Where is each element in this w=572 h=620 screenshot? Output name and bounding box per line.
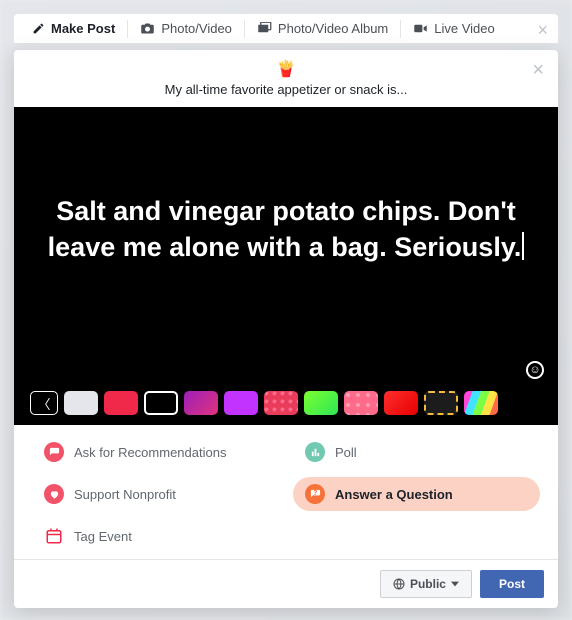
tab-label: Photo/Video Album (278, 21, 388, 36)
composer-modal: 🍟 My all-time favorite appetizer or snac… (14, 50, 558, 608)
swatch-0[interactable] (64, 391, 98, 415)
fries-icon: 🍟 (54, 62, 518, 78)
swatch-5[interactable] (264, 391, 298, 415)
swatch-4[interactable] (224, 391, 258, 415)
tab-make-post[interactable]: Make Post (20, 14, 127, 44)
tab-album[interactable]: Photo/Video Album (245, 14, 400, 44)
tab-label: Make Post (51, 21, 115, 36)
tabs-close-icon[interactable]: × (537, 20, 548, 41)
album-icon (257, 22, 272, 35)
swatch-9[interactable] (424, 391, 458, 415)
option-tag-event[interactable]: Tag Event (32, 519, 279, 553)
canvas-text-area[interactable]: Salt and vinegar potato chips. Don't lea… (14, 107, 558, 391)
composer-footer: Public Post (14, 559, 558, 608)
poll-icon (305, 442, 325, 462)
chevron-down-icon (451, 580, 459, 588)
swatch-1[interactable] (104, 391, 138, 415)
text-canvas[interactable]: Salt and vinegar potato chips. Don't lea… (14, 107, 558, 425)
tab-label: Photo/Video (161, 21, 232, 36)
camera-icon (140, 22, 155, 35)
chevron-left-icon[interactable]: 〈 (30, 391, 58, 415)
option-label: Support Nonprofit (74, 487, 176, 502)
option-label: Poll (335, 445, 357, 460)
prompt-text: My all-time favorite appetizer or snack … (54, 82, 518, 97)
post-button[interactable]: Post (480, 570, 544, 598)
calendar-icon (44, 526, 64, 546)
option-answer-question[interactable]: Answer a Question (293, 477, 540, 511)
tab-label: Live Video (434, 21, 494, 36)
option-nonprofit[interactable]: Support Nonprofit (32, 477, 279, 511)
option-label: Answer a Question (335, 487, 453, 502)
tab-live-video[interactable]: Live Video (401, 14, 506, 44)
tab-photo-video[interactable]: Photo/Video (128, 14, 244, 44)
swatch-7[interactable] (344, 391, 378, 415)
option-poll[interactable]: Poll (293, 435, 540, 469)
nonprofit-icon (44, 484, 64, 504)
globe-icon (393, 578, 405, 590)
emoji-picker-icon[interactable]: ☺ (526, 361, 544, 379)
post-body-text[interactable]: Salt and vinegar potato chips. Don't lea… (34, 193, 538, 266)
question-icon (305, 484, 325, 504)
swatch-2[interactable] (144, 391, 178, 415)
swatch-3[interactable] (184, 391, 218, 415)
text-cursor (522, 232, 524, 260)
option-label: Tag Event (74, 529, 132, 544)
privacy-button[interactable]: Public (380, 570, 472, 598)
post-options: Ask for Recommendations Poll Support Non… (14, 425, 558, 559)
swatch-6[interactable] (304, 391, 338, 415)
swatch-8[interactable] (384, 391, 418, 415)
option-recommendations[interactable]: Ask for Recommendations (32, 435, 279, 469)
recommendations-icon (44, 442, 64, 462)
close-icon[interactable]: × (532, 60, 544, 80)
swatch-10[interactable] (464, 391, 498, 415)
live-icon (413, 22, 428, 35)
pencil-icon (32, 22, 45, 35)
option-label: Ask for Recommendations (74, 445, 226, 460)
prompt-header: 🍟 My all-time favorite appetizer or snac… (14, 50, 558, 107)
privacy-label: Public (410, 577, 446, 591)
background-swatches: 〈 (14, 391, 558, 425)
composer-tabs: Make Post Photo/Video Photo/Video Album … (14, 14, 558, 44)
post-label: Post (499, 577, 525, 591)
